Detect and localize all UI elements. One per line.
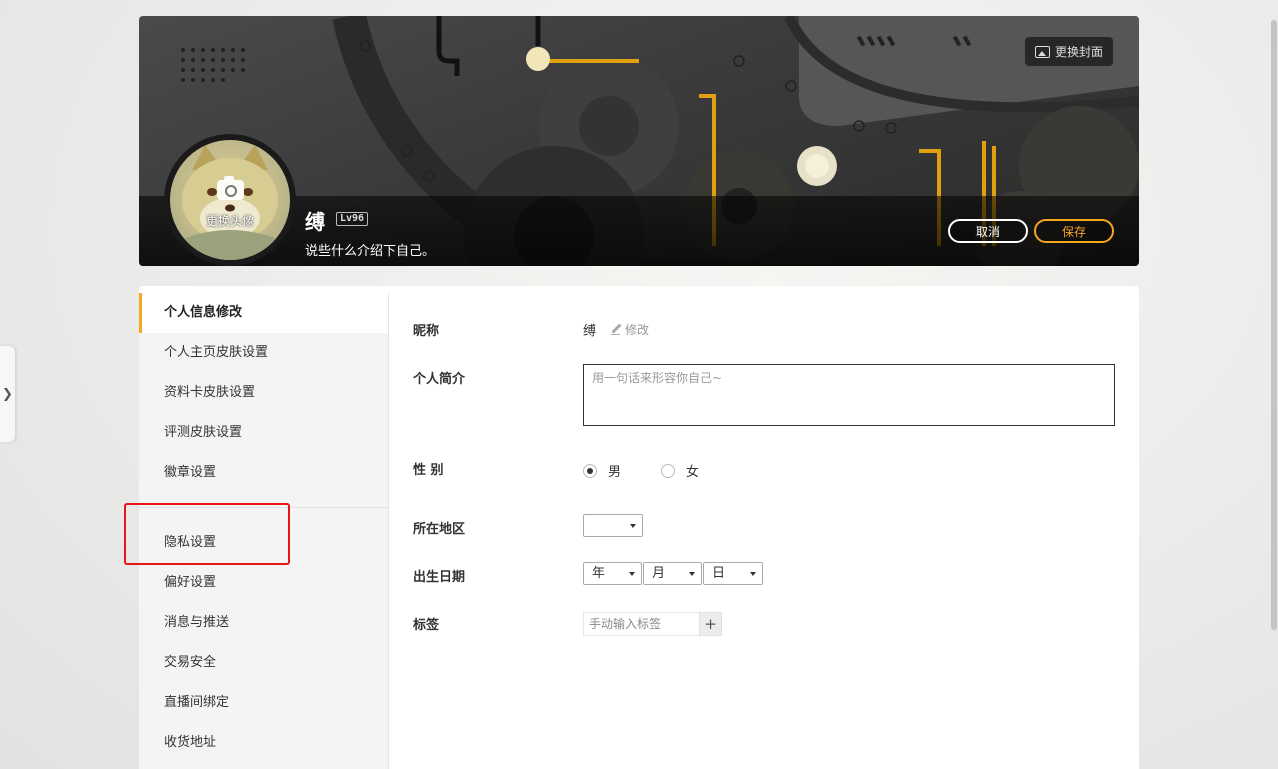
save-button[interactable]: 保存 bbox=[1034, 219, 1114, 243]
settings-panel: 个人信息修改 个人主页皮肤设置 资料卡皮肤设置 评测皮肤设置 徽章设置 隐私设置… bbox=[139, 286, 1139, 769]
sidebar-item-homepage-skin[interactable]: 个人主页皮肤设置 bbox=[139, 333, 388, 373]
cancel-button[interactable]: 取消 bbox=[948, 219, 1028, 243]
change-cover-label: 更换封面 bbox=[1054, 45, 1103, 59]
sidebar-item-preferences[interactable]: 偏好设置 bbox=[139, 563, 388, 603]
bio-input[interactable] bbox=[583, 364, 1115, 426]
username: 缚 bbox=[305, 210, 325, 234]
nickname-value: 缚 bbox=[583, 324, 597, 339]
change-cover-button[interactable]: 更换封面 bbox=[1024, 37, 1113, 66]
avatar[interactable]: 更换头像 bbox=[170, 140, 290, 260]
gender-male-label: 男 bbox=[608, 465, 622, 480]
sidebar-item-shipping-address[interactable]: 收货地址 bbox=[139, 723, 388, 763]
bio-text: 说些什么介绍下自己。 bbox=[305, 244, 436, 259]
shiba-avatar-image bbox=[180, 145, 280, 260]
sidebar-item-badges[interactable]: 徽章设置 bbox=[139, 453, 388, 493]
camera-icon bbox=[217, 176, 244, 200]
chevron-down-icon bbox=[689, 572, 695, 576]
radio-checked-icon bbox=[583, 463, 597, 478]
add-tag-button[interactable]: + bbox=[699, 612, 722, 636]
tag-input[interactable] bbox=[583, 612, 699, 636]
sidebar-expand-tab[interactable]: ❯ bbox=[0, 346, 15, 442]
edit-nickname-button[interactable]: 修改 bbox=[611, 321, 649, 338]
avatar-frame: 更换头像 bbox=[164, 134, 296, 266]
image-icon bbox=[1034, 45, 1050, 58]
sidebar-divider bbox=[139, 507, 388, 508]
gender-label: 性 别 bbox=[413, 463, 444, 478]
edit-label: 修改 bbox=[625, 323, 650, 337]
radio-unchecked-icon bbox=[661, 463, 675, 478]
profile-banner: 更换封面 更换头像 缚 Lv96 说些什么介绍下自己。 取消 保存 bbox=[139, 16, 1139, 266]
gender-female-label: 女 bbox=[686, 465, 700, 480]
region-select[interactable] bbox=[583, 514, 643, 537]
birthday-year-select[interactable]: 年 bbox=[583, 562, 642, 585]
pencil-icon bbox=[611, 324, 622, 335]
level-badge: Lv96 bbox=[336, 212, 369, 226]
tags-label: 标签 bbox=[413, 618, 440, 633]
birthday-month-select[interactable]: 月 bbox=[643, 562, 702, 585]
sidebar-item-privacy[interactable]: 隐私设置 bbox=[139, 523, 388, 563]
birthday-label: 出生日期 bbox=[413, 570, 466, 585]
chevron-down-icon bbox=[629, 572, 635, 576]
nickname-label: 昵称 bbox=[413, 324, 440, 339]
settings-sidebar: 个人信息修改 个人主页皮肤设置 资料卡皮肤设置 评测皮肤设置 徽章设置 隐私设置… bbox=[139, 293, 389, 769]
sidebar-item-review-skin[interactable]: 评测皮肤设置 bbox=[139, 413, 388, 453]
sidebar-item-notifications[interactable]: 消息与推送 bbox=[139, 603, 388, 643]
chevron-down-icon bbox=[750, 572, 756, 576]
birthday-year-value: 年 bbox=[592, 566, 606, 581]
sidebar-item-profile-info[interactable]: 个人信息修改 bbox=[139, 293, 388, 333]
sidebar-item-live-binding[interactable]: 直播间绑定 bbox=[139, 683, 388, 723]
region-label: 所在地区 bbox=[413, 522, 466, 537]
gender-male-radio[interactable]: 男 bbox=[583, 461, 621, 480]
birthday-month-value: 月 bbox=[652, 566, 666, 581]
sidebar-item-card-skin[interactable]: 资料卡皮肤设置 bbox=[139, 373, 388, 413]
gender-female-radio[interactable]: 女 bbox=[661, 461, 699, 480]
birthday-day-value: 日 bbox=[712, 566, 726, 581]
page-scrollbar[interactable] bbox=[1271, 20, 1277, 630]
chevron-down-icon bbox=[630, 524, 636, 528]
sidebar-item-trade-security[interactable]: 交易安全 bbox=[139, 643, 388, 683]
bio-label: 个人简介 bbox=[413, 372, 466, 387]
chevron-right-icon: ❯ bbox=[2, 386, 13, 402]
birthday-day-select[interactable]: 日 bbox=[703, 562, 763, 585]
change-avatar-label: 更换头像 bbox=[205, 214, 254, 228]
